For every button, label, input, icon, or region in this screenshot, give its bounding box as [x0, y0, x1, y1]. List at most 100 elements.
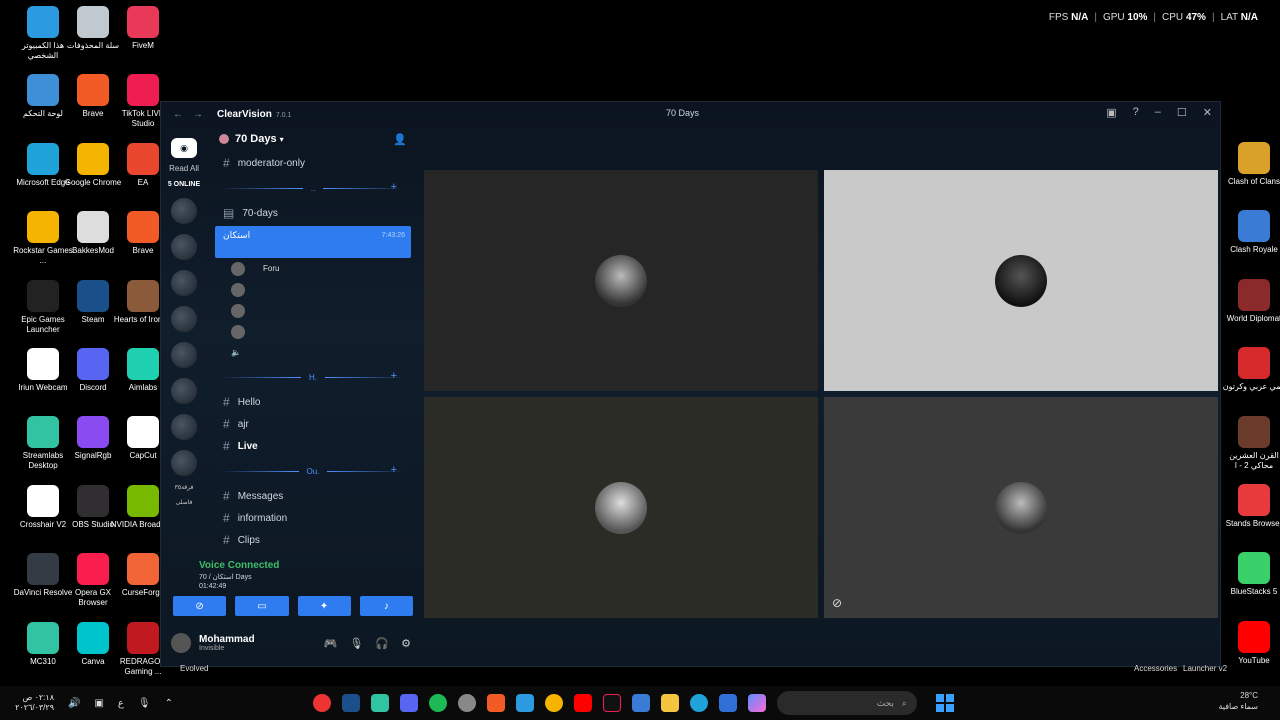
inbox-icon[interactable]: ▣: [1106, 106, 1116, 119]
server-icon[interactable]: [171, 450, 197, 476]
streamlabs-icon[interactable]: [370, 694, 389, 712]
microphone-icon[interactable]: 🎙: [349, 637, 363, 650]
clock[interactable]: ٠٢:١٨ ص ٢٠٢٦/٠٣/٢٩: [14, 693, 54, 713]
settings-gear-icon[interactable]: ⚙: [401, 637, 411, 650]
search-box[interactable]: بحث ⌕: [776, 691, 917, 715]
participant-tile[interactable]: ⊘: [824, 397, 1218, 618]
server-icon[interactable]: [171, 378, 197, 404]
maximize-button[interactable]: ☐: [1177, 106, 1187, 119]
add-member-icon[interactable]: 👤: [393, 133, 407, 146]
app-icon: [77, 211, 109, 244]
desktop-shortcut[interactable]: Clash of Clans: [1221, 142, 1280, 187]
headphones-icon[interactable]: 🎧: [375, 637, 389, 650]
avatar: [231, 261, 245, 276]
chrome-icon[interactable]: [544, 694, 563, 712]
read-all-button[interactable]: Read All: [169, 164, 199, 173]
avatar[interactable]: [171, 633, 191, 653]
add-channel-icon[interactable]: +: [391, 181, 397, 193]
spotify-icon[interactable]: [428, 694, 447, 712]
volume-icon[interactable]: 🔊: [68, 698, 80, 709]
server-folder-label[interactable]: فاصلى: [176, 499, 193, 506]
voice-user[interactable]: [213, 300, 413, 321]
activities-button[interactable]: ✦: [297, 596, 351, 616]
app-icon: [1238, 142, 1270, 174]
channel-ajr[interactable]: # ajr: [213, 413, 413, 435]
app-icon: [77, 142, 109, 175]
help-icon[interactable]: ?: [1133, 106, 1139, 119]
voice-elapsed: 01:42:49: [199, 583, 227, 590]
server-icon[interactable]: [171, 414, 197, 440]
add-channel-icon[interactable]: +: [391, 370, 397, 382]
desktop-shortcut[interactable]: FiveM: [110, 6, 176, 51]
voice-user[interactable]: [213, 279, 413, 300]
weather-widget[interactable]: 28°C سماء صافية: [1218, 690, 1258, 712]
forward-arrow-icon[interactable]: →: [193, 109, 203, 120]
add-channel-icon[interactable]: +: [391, 464, 397, 476]
server-icon[interactable]: [171, 342, 197, 368]
channel-moderator-only[interactable]: # moderator-only: [213, 152, 413, 174]
category-header[interactable]: Ou. +: [221, 461, 405, 481]
copilot-icon[interactable]: [747, 694, 766, 712]
close-button[interactable]: ✕: [1203, 106, 1212, 119]
desktop-shortcut[interactable]: Stands Browser: [1221, 484, 1280, 529]
avatar: [595, 481, 647, 534]
microphone-icon[interactable]: 🎙: [138, 698, 151, 709]
desktop-shortcut-label: BlueStacks 5: [1230, 587, 1278, 597]
discord-icon[interactable]: [399, 694, 418, 712]
category-header[interactable]: .. +: [221, 178, 405, 198]
app-icon: [27, 279, 59, 312]
store-icon[interactable]: [631, 694, 650, 712]
server-header[interactable]: 70 Days ▾ 👤: [213, 126, 413, 152]
server-icon[interactable]: [171, 234, 197, 260]
chevron-up-icon[interactable]: ⌃: [165, 698, 173, 709]
desktop-shortcut[interactable]: BlueStacks 5: [1221, 552, 1280, 597]
settings-icon[interactable]: [457, 694, 476, 712]
screen-share-button[interactable]: ▭: [235, 596, 289, 616]
discord-home-icon[interactable]: ◉: [171, 138, 197, 158]
server-icon[interactable]: [171, 198, 197, 224]
soundboard-button[interactable]: ♪: [359, 596, 413, 616]
minimize-button[interactable]: –: [1155, 106, 1161, 119]
server-folder-label[interactable]: فرقة٣٥: [175, 484, 194, 491]
brave-icon[interactable]: [486, 694, 505, 712]
desktop-shortcut-label: Brave: [82, 109, 104, 119]
participant-tile[interactable]: [824, 170, 1218, 391]
mail-icon[interactable]: [718, 694, 737, 712]
channel-information[interactable]: # information: [213, 507, 413, 529]
voice-user[interactable]: [213, 321, 413, 342]
desktop-shortcut[interactable]: YouTube: [1221, 620, 1280, 666]
server-icon[interactable]: [171, 306, 197, 332]
participant-tile[interactable]: [424, 397, 818, 618]
gamepad-icon[interactable]: 🎮: [324, 637, 338, 650]
participant-tile[interactable]: [424, 170, 818, 391]
taskbar-app-icon[interactable]: [515, 694, 534, 712]
youtube-icon[interactable]: [573, 694, 592, 712]
app-icon: [77, 74, 109, 107]
desktop-shortcut[interactable]: انمي عربي وكرتون: [1221, 347, 1280, 392]
channel-70-days[interactable]: ▤ 70-days: [213, 202, 413, 224]
edge-icon[interactable]: [689, 694, 708, 712]
channel-messages[interactable]: # Messages: [213, 485, 413, 507]
steam-icon[interactable]: [341, 694, 360, 712]
windows-start-icon[interactable]: [935, 694, 954, 712]
language-indicator[interactable]: ع: [118, 698, 124, 709]
server-icon[interactable]: [171, 270, 197, 296]
folder-icon[interactable]: [660, 694, 679, 712]
category-header[interactable]: H. +: [221, 367, 405, 387]
taskbar-app-icon[interactable]: [312, 694, 331, 712]
desktop-shortcut-label: انمي عربي وكرتون: [1222, 382, 1280, 392]
network-icon[interactable]: ▣: [94, 698, 103, 709]
channel-clips[interactable]: # Clips: [213, 529, 413, 551]
desktop-shortcut[interactable]: Clash Royale: [1221, 210, 1280, 255]
desktop-shortcut[interactable]: World Diplomat: [1221, 278, 1280, 324]
tiktok-icon[interactable]: [602, 694, 621, 712]
voice-user[interactable]: Foru: [213, 258, 413, 279]
voice-channel-2[interactable]: 🔈: [213, 342, 413, 363]
channel-hello[interactable]: # Hello: [213, 391, 413, 413]
camera-off-button[interactable]: ⊘: [173, 596, 227, 616]
back-arrow-icon[interactable]: ←: [173, 109, 183, 120]
voice-connection-panel: Voice Connected 70 / استكان Days 01:42:4…: [167, 560, 413, 620]
voice-channel-active[interactable]: استكان 7:43:26: [215, 226, 411, 258]
channel-live[interactable]: # Live: [213, 435, 413, 457]
desktop-shortcut[interactable]: القرن العشرين محاكي 2 - ا: [1221, 415, 1280, 471]
